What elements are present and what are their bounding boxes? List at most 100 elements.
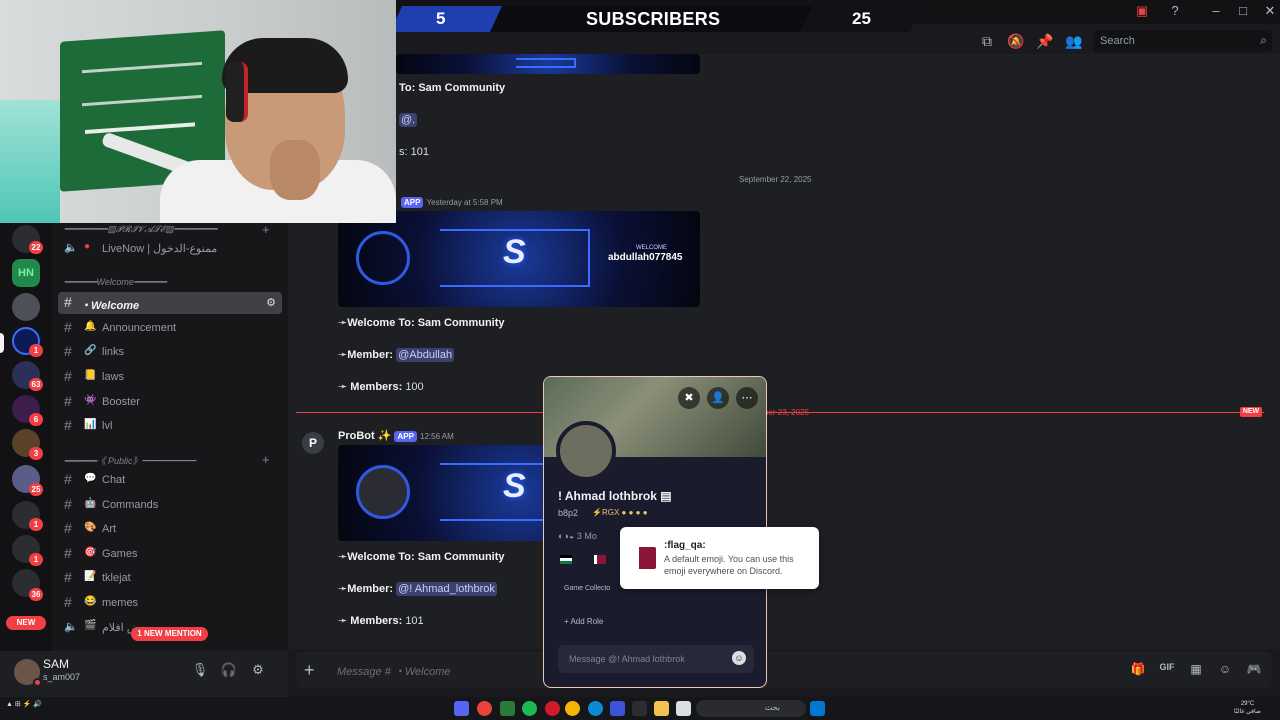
category-welcome[interactable]: ━━━━━━Welcome━━━━━━ (64, 277, 166, 288)
member-since: ◐◑◒ 3 Mo (558, 531, 597, 541)
file-explorer-icon[interactable] (654, 701, 669, 716)
category-private[interactable]: ━━━━━━━━▨𝓟𝓡𝓘𝓥𝓐𝓣𝓔▨━━━━━━━━ + (64, 222, 270, 237)
add-friend-icon[interactable]: 👤 (707, 387, 729, 409)
flag-jordan-icon[interactable] (560, 555, 572, 564)
system-tray[interactable]: ▲ ⊞ ⚡ 🔊 (6, 701, 42, 708)
channel-livenow[interactable]: 🔈 ● LiveNow | ممنوع-الدخول (58, 237, 282, 259)
hash-icon: # (64, 545, 72, 561)
channel-welcome[interactable]: # ・Welcome ⚙ (58, 292, 282, 314)
taskbar-app-icon[interactable] (676, 701, 691, 716)
taskbar-app-icon[interactable] (477, 701, 492, 716)
channel-art[interactable]: # 🎨 Art (58, 518, 282, 540)
new-unreads-pill[interactable]: NEW (6, 616, 46, 630)
emoji-icon[interactable]: ☺ (1217, 662, 1233, 678)
members-line: ➛ Members: 101 (338, 615, 424, 627)
settings-gear-icon[interactable]: ⚙ (249, 662, 267, 680)
emoji-tooltip: :flag_qa: A default emoji. You can use t… (620, 527, 819, 589)
remove-friend-icon[interactable]: ✖ (678, 387, 700, 409)
channel-commands[interactable]: # 🤖 Commands (58, 494, 282, 516)
message-input[interactable]: Message # ・Welcome (337, 663, 451, 679)
channel-lvl[interactable]: # 📊 lvl (58, 415, 282, 437)
taskbar-app-icon[interactable] (500, 701, 515, 716)
unread-badge: 22 (29, 241, 43, 254)
unread-badge: 36 (29, 588, 43, 601)
hash-icon: # (64, 319, 72, 335)
speaker-icon: 🔈 (64, 242, 78, 254)
channel-booster[interactable]: # 👾 Booster (58, 391, 282, 413)
taskbar-app-icon[interactable] (454, 701, 469, 716)
microphone-icon[interactable]: 🎙 (191, 662, 209, 680)
new-mention-pill[interactable]: 1 NEW MENTION (131, 627, 208, 641)
gif-icon[interactable]: GIF (1159, 662, 1175, 678)
store-icon[interactable] (632, 701, 647, 716)
spotify-icon[interactable] (522, 701, 537, 716)
message-header: APP Yesterday at 5:58 PM (401, 196, 503, 208)
probot-avatar[interactable]: P (302, 432, 324, 454)
flag-qatar-icon[interactable] (594, 555, 606, 564)
channel-tklejat[interactable]: # 📝 tklejat (58, 567, 282, 589)
mute-bell-icon[interactable]: 🔕 (1007, 33, 1025, 49)
gift-icon[interactable]: 🎁 (1130, 662, 1146, 678)
attach-plus-icon[interactable]: + (304, 660, 315, 681)
help-icon[interactable]: ? (1161, 3, 1189, 18)
member-list-icon[interactable]: 👥 (1065, 33, 1083, 49)
server-logo: S (503, 233, 526, 271)
opera-icon[interactable] (545, 701, 560, 716)
close-button[interactable]: ✕ (1256, 3, 1280, 19)
weather-widget[interactable]: 29°C صافي غالبًا (1234, 700, 1261, 716)
apps-icon[interactable]: 🎮 (1246, 662, 1262, 678)
taskbar-search[interactable]: بحث (696, 700, 806, 717)
dm-message-input[interactable]: Message @! Ahmad lothbrok ☺ (558, 645, 754, 673)
username: SAM (43, 657, 70, 671)
speaker-icon: 🔈 (64, 621, 78, 633)
server-icon[interactable] (12, 293, 40, 321)
welcome-line: ➛Welcome To: Sam Community (338, 551, 505, 563)
threads-icon[interactable]: ⧉ (978, 33, 996, 49)
red-dot-icon: ● (84, 241, 91, 252)
avatar[interactable] (14, 659, 42, 687)
category-public[interactable]: ━━━━━━《 Public》━━━━━━ + (64, 452, 270, 467)
emoji-icon[interactable]: ☺ (732, 651, 746, 665)
server-logo: S (503, 467, 526, 505)
minimize-button[interactable]: – (1202, 3, 1230, 18)
channel-games[interactable]: # 🎯 Games (58, 543, 282, 565)
add-channel-icon[interactable]: + (262, 452, 270, 467)
pc-case (0, 100, 60, 223)
add-channel-icon[interactable]: + (262, 222, 270, 237)
sticker-icon[interactable]: ▦ (1188, 662, 1204, 678)
hash-icon: # (64, 594, 72, 610)
add-role-button[interactable]: + Add Role (564, 617, 603, 626)
channel-chat[interactable]: # 💬 Chat (58, 469, 282, 491)
unread-badge: 6 (29, 413, 43, 426)
unread-badge: 1 (29, 344, 43, 357)
author-name: ProBot (338, 430, 375, 442)
channel-settings-icon[interactable]: ⚙ (266, 296, 276, 309)
more-options-icon[interactable]: ⋯ (736, 387, 758, 409)
hash-icon: # (64, 393, 72, 409)
timestamp: 12:56 AM (420, 432, 454, 441)
hash-icon: # (64, 569, 72, 585)
message-composer[interactable]: + Message # ・Welcome 🎁 GIF ▦ ☺ 🎮 (296, 652, 1272, 688)
unread-badge: 3 (29, 447, 43, 460)
pin-icon[interactable]: 📌 (1036, 33, 1054, 49)
edge-icon[interactable] (588, 701, 603, 716)
profile-avatar[interactable] (556, 421, 616, 481)
headphones-icon[interactable]: 🎧 (220, 662, 238, 680)
date-divider: ber 23, 2025 (764, 408, 809, 417)
search-input[interactable]: Search ⌕ (1094, 30, 1272, 52)
members-line: s: 101 (399, 146, 429, 158)
new-tag: NEW (1240, 407, 1262, 417)
member-line: @. (399, 113, 418, 127)
inbox-icon[interactable]: ▣ (1128, 3, 1156, 19)
channel-links[interactable]: # 🔗 links (58, 341, 282, 363)
hash-icon: # (64, 520, 72, 536)
channel-memes[interactable]: # 😂 memes (58, 592, 282, 614)
maximize-button[interactable]: □ (1229, 3, 1257, 18)
windows-start-icon[interactable] (810, 701, 825, 716)
flag-qatar-icon (632, 547, 656, 569)
channel-announcement[interactable]: # 🔔 Announcement (58, 317, 282, 339)
channel-laws[interactable]: # 📒 laws (58, 366, 282, 388)
server-icon[interactable]: HN (12, 259, 40, 287)
chrome-icon[interactable] (565, 701, 580, 716)
taskbar-app-icon[interactable] (610, 701, 625, 716)
